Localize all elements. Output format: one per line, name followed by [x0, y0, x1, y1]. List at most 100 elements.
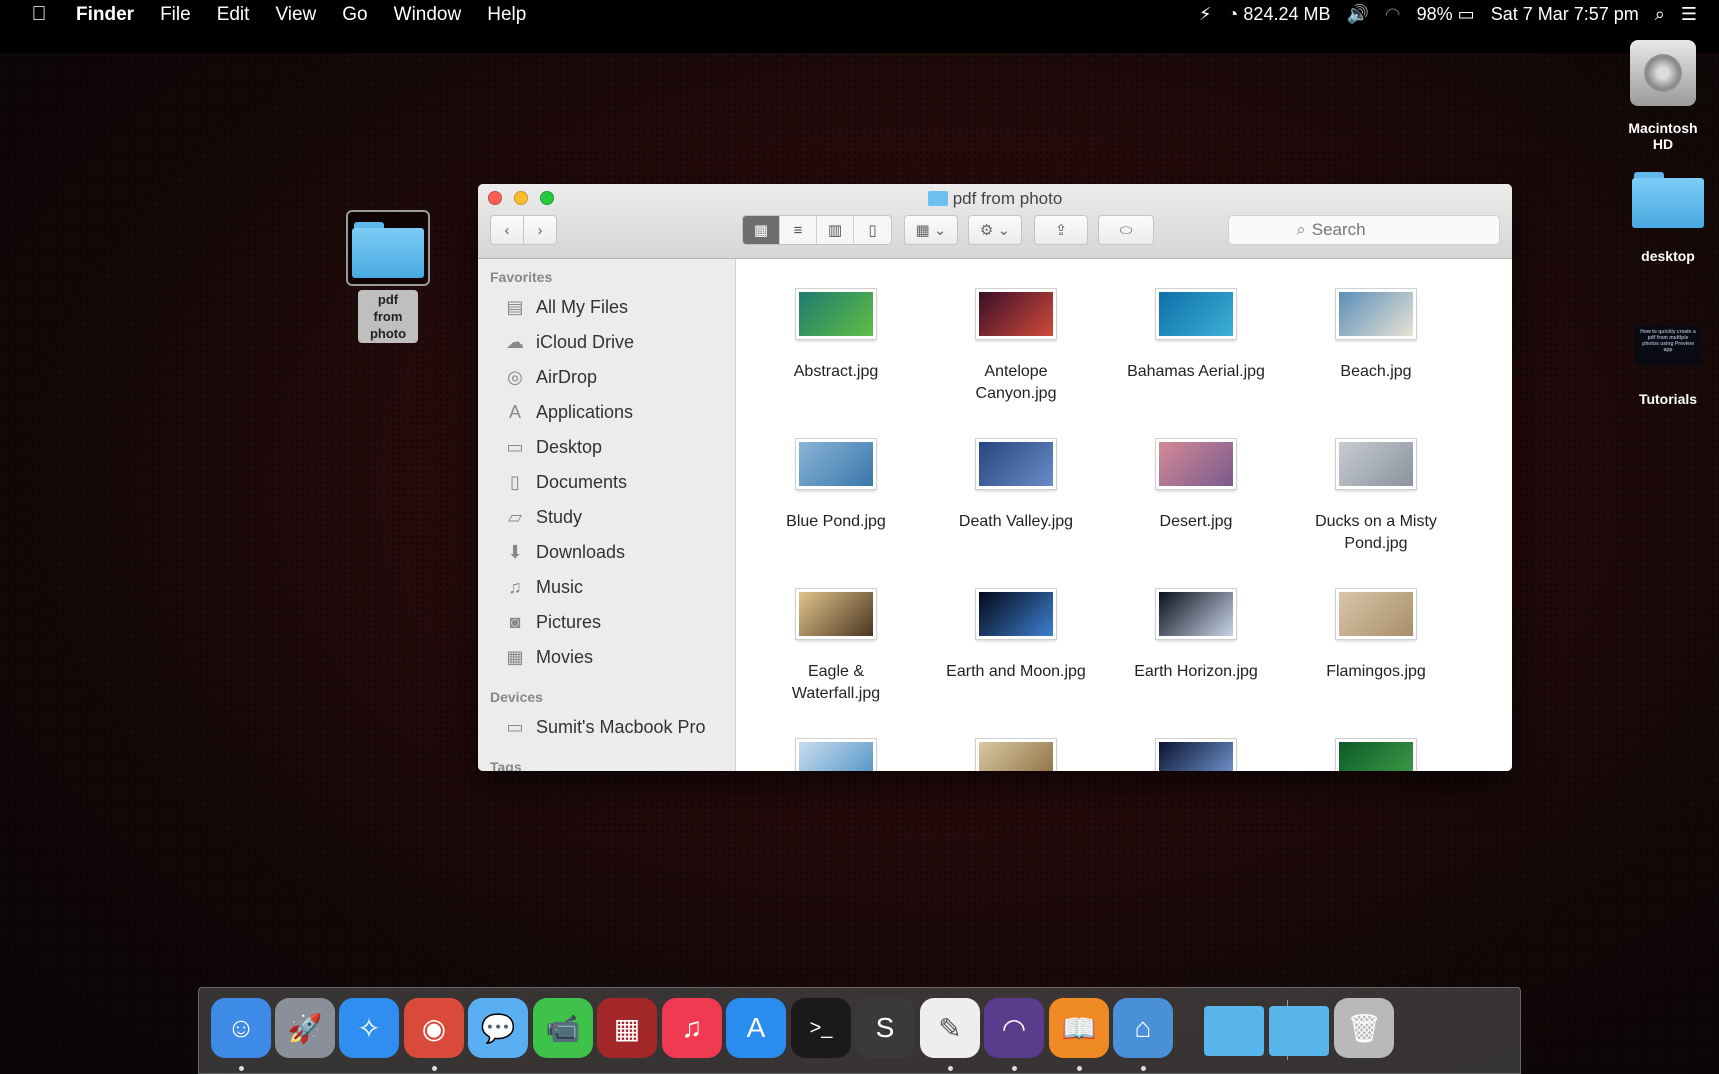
textedit-icon[interactable]: ✎ [920, 998, 980, 1058]
memory-status[interactable]: ◔ 824.24 MB [1228, 4, 1331, 25]
battery-percent: 98% [1416, 4, 1453, 24]
apple-menu-icon[interactable]:  [22, 3, 56, 26]
sidebar-item-airdrop[interactable]: ◎ AirDrop [478, 360, 735, 395]
documents-icon: ▯ [510, 472, 520, 492]
image-thumbnail [1336, 289, 1416, 339]
file-item[interactable]: Desert.jpg [1106, 439, 1286, 533]
file-item[interactable]: Eagle & Waterfall.jpg [746, 589, 926, 705]
sidebar-item-applications[interactable]: A Applications [478, 395, 735, 430]
file-item[interactable]: Ducks on a Misty Pond.jpg [1286, 439, 1466, 555]
chrome-icon[interactable]: ◉ [404, 998, 464, 1058]
list-view-button[interactable]: ≡ [780, 216, 817, 244]
file-item[interactable] [926, 739, 1106, 771]
hard-drive-icon [1630, 40, 1696, 106]
itunes-icon[interactable]: ♫ [662, 998, 722, 1058]
icon-view-button[interactable]: ▦ [743, 216, 780, 244]
wifi-icon[interactable]: ◠ [1385, 4, 1401, 25]
file-item[interactable] [1286, 739, 1466, 771]
menu-app-name[interactable]: Finder [76, 4, 134, 26]
battery-status[interactable]: 98% ▭ [1417, 4, 1475, 25]
file-item[interactable]: Abstract.jpg [746, 289, 926, 383]
sidebar-item-icloud-drive[interactable]: ☁ iCloud Drive [478, 325, 735, 360]
sidebar-item-desktop[interactable]: ▭ Desktop [478, 430, 735, 465]
back-button[interactable]: ‹ [490, 215, 524, 245]
menu-help[interactable]: Help [487, 4, 526, 26]
sidebar-item-downloads[interactable]: ⬇ Downloads [478, 535, 735, 570]
sidebar-item-movies[interactable]: ▦ Movies [478, 640, 735, 675]
finder-window: pdf from photo ‹ › ▦ ≡ ▥ ▯ ▦ ⌄ ⚙ ⌄ ⇪ ⬭ ⌕… [478, 184, 1512, 771]
image-thumbnail [1156, 439, 1236, 489]
file-item[interactable]: Death Valley.jpg [926, 439, 1106, 533]
folder-icon [927, 191, 948, 206]
finder-icon[interactable]: ☺ [211, 998, 271, 1058]
desktop-icon-macintosh-hd[interactable]: Macintosh HD [1620, 40, 1706, 152]
energy-icon[interactable]: ⚡ [1199, 4, 1212, 25]
applications-folder-icon[interactable] [1204, 1006, 1264, 1056]
file-item[interactable]: Beach.jpg [1286, 289, 1466, 383]
desktop-icon-desktop-folder[interactable]: desktop [1630, 172, 1706, 264]
sidebar-item-macbook[interactable]: ▭ Sumit's Macbook Pro [478, 710, 735, 745]
sidebar-item-study[interactable]: ▱ Study [478, 500, 735, 535]
column-view-button[interactable]: ▥ [817, 216, 854, 244]
file-item[interactable]: Flamingos.jpg [1286, 589, 1466, 683]
sidebar-heading-devices: Devices [490, 689, 543, 705]
file-item[interactable]: Antelope Canyon.jpg [926, 289, 1106, 405]
forward-button[interactable]: › [523, 215, 557, 245]
terminal-icon[interactable]: >_ [791, 998, 851, 1058]
chevron-left-icon: ‹ [504, 221, 510, 239]
file-item[interactable]: Bahamas Aerial.jpg [1106, 289, 1286, 383]
arrange-grid-icon: ▦ ⌄ [915, 222, 947, 239]
app-store-icon[interactable]: A [726, 998, 786, 1058]
sublime-text-icon[interactable]: S [855, 998, 915, 1058]
folder-icon [352, 222, 424, 278]
sidebar-item-all-my-files[interactable]: ▤ All My Files [478, 290, 735, 325]
file-item[interactable]: Blue Pond.jpg [746, 439, 926, 533]
safari-icon[interactable]: ✧ [339, 998, 399, 1058]
bittorrent-icon[interactable]: ◠ [984, 998, 1044, 1058]
file-item[interactable]: Earth Horizon.jpg [1106, 589, 1286, 683]
volume-icon[interactable]: 🔊 [1346, 4, 1368, 25]
sidebar-item-music[interactable]: ♫ Music [478, 570, 735, 605]
launchpad-icon[interactable]: 🚀 [275, 998, 335, 1058]
view-mode-selector: ▦ ≡ ▥ ▯ [742, 215, 892, 245]
notification-center-icon[interactable]: ☰ [1681, 4, 1697, 25]
search-icon: ⌕ [1296, 220, 1306, 239]
file-name: Flamingos.jpg [1326, 663, 1426, 680]
menu-go[interactable]: Go [342, 4, 367, 26]
sidebar-item-pictures[interactable]: ◙ Pictures [478, 605, 735, 640]
menu-bar:  Finder File Edit View Go Window Help ⚡… [0, 0, 1719, 29]
search-input[interactable] [1311, 220, 1432, 240]
desktop-folder-pdf-from-photo[interactable]: pdf from photo [346, 210, 430, 343]
cover-flow-view-button[interactable]: ▯ [854, 216, 891, 244]
file-name: Earth Horizon.jpg [1134, 663, 1258, 680]
file-name: Bahamas Aerial.jpg [1127, 363, 1265, 380]
file-item[interactable] [746, 739, 926, 771]
menu-view[interactable]: View [275, 4, 316, 26]
file-item[interactable] [1106, 739, 1286, 771]
image-thumbnail [976, 289, 1056, 339]
tags-button[interactable]: ⬭ [1098, 215, 1154, 245]
cloud-icon: ☁ [506, 332, 524, 352]
menu-file[interactable]: File [160, 4, 191, 26]
trash-icon[interactable]: 🗑 [1334, 998, 1394, 1058]
spotlight-search-icon[interactable]: ⌕ [1655, 4, 1665, 25]
action-menu-button[interactable]: ⚙ ⌄ [968, 215, 1022, 245]
file-item[interactable]: Earth and Moon.jpg [926, 589, 1106, 683]
sidebar-item-documents[interactable]: ▯ Documents [478, 465, 735, 500]
file-name: Earth and Moon.jpg [946, 663, 1086, 680]
facetime-icon[interactable]: 📹 [533, 998, 593, 1058]
search-field[interactable]: ⌕ [1228, 215, 1500, 245]
applications-icon: A [508, 402, 521, 422]
documents-folder-icon[interactable] [1269, 1006, 1329, 1056]
menu-edit[interactable]: Edit [217, 4, 250, 26]
arrange-menu-button[interactable]: ▦ ⌄ [904, 215, 958, 245]
share-button[interactable]: ⇪ [1034, 215, 1088, 245]
window-toolbar: pdf from photo ‹ › ▦ ≡ ▥ ▯ ▦ ⌄ ⚙ ⌄ ⇪ ⬭ ⌕ [478, 184, 1512, 259]
desktop-icon-tutorials[interactable]: How to quickly create a pdf from multipl… [1628, 325, 1708, 407]
photo-booth-icon[interactable]: ▦ [597, 998, 657, 1058]
keynote-icon[interactable]: ⌂ [1113, 998, 1173, 1058]
messages-icon[interactable]: 💬 [468, 998, 528, 1058]
clock[interactable]: Sat 7 Mar 7:57 pm [1491, 4, 1639, 25]
menu-window[interactable]: Window [394, 4, 462, 26]
ibooks-icon[interactable]: 📖 [1049, 998, 1109, 1058]
